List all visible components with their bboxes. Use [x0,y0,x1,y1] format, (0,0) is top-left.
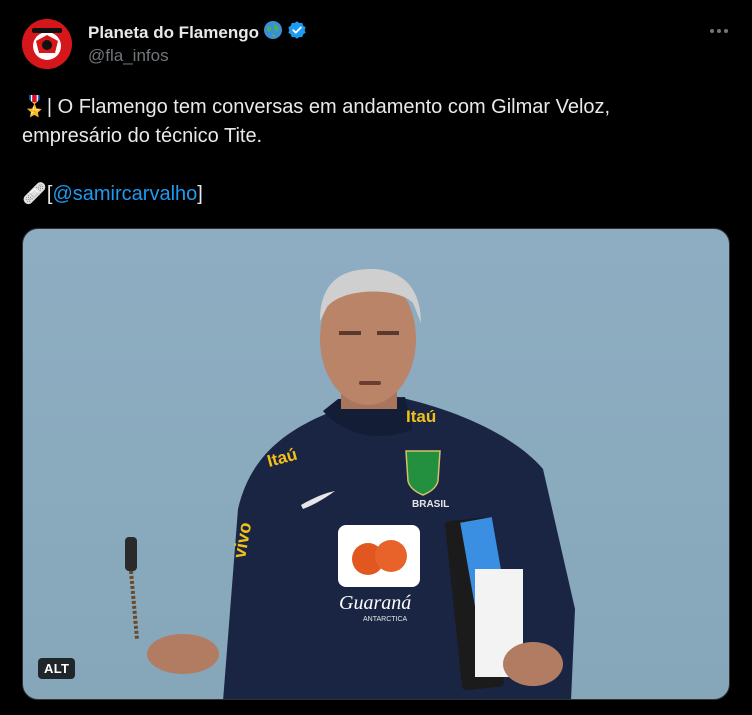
tweet-line-1: O Flamengo tem conversas em andamento co… [57,96,611,118]
svg-text:Guaraná: Guaraná [339,592,411,614]
avatar[interactable] [22,19,72,69]
more-options-button[interactable] [708,20,730,42]
photo-coach-illustration: Itaú Itaú vivo BRASIL Guaraná ANTARCTICA [125,269,575,699]
globe-icon [263,20,283,45]
more-dot-icon [717,29,721,33]
mention-link[interactable]: @samircarvalho [52,183,197,205]
tweet-line-2: empresário do técnico Tite. [22,125,263,147]
alt-text-button[interactable]: ALT [38,658,76,679]
tweet-text: 🎖️| O Flamengo tem conversas em andament… [22,93,722,209]
more-dot-icon [710,29,714,33]
tweet-photo[interactable]: Itaú Itaú vivo BRASIL Guaraná ANTARCTICA [22,228,730,700]
more-dot-icon [724,29,728,33]
author-name-row: Planeta do Flamengo [88,20,307,45]
svg-text:Itaú: Itaú [406,407,436,426]
svg-text:ANTARCTICA: ANTARCTICA [363,616,408,623]
author-handle[interactable]: @fla_infos [88,46,169,66]
verified-icon [287,20,307,45]
source-prefix: 🩹[ [22,183,53,205]
svg-text:BRASIL: BRASIL [412,499,449,510]
tweet[interactable]: Planeta do Flamengo @fla_infos 🎖️| O Fla… [0,0,752,715]
author-display-name[interactable]: Planeta do Flamengo [88,23,259,43]
source-suffix: ] [197,183,203,205]
medal-emoji: 🎖️| [22,96,58,118]
